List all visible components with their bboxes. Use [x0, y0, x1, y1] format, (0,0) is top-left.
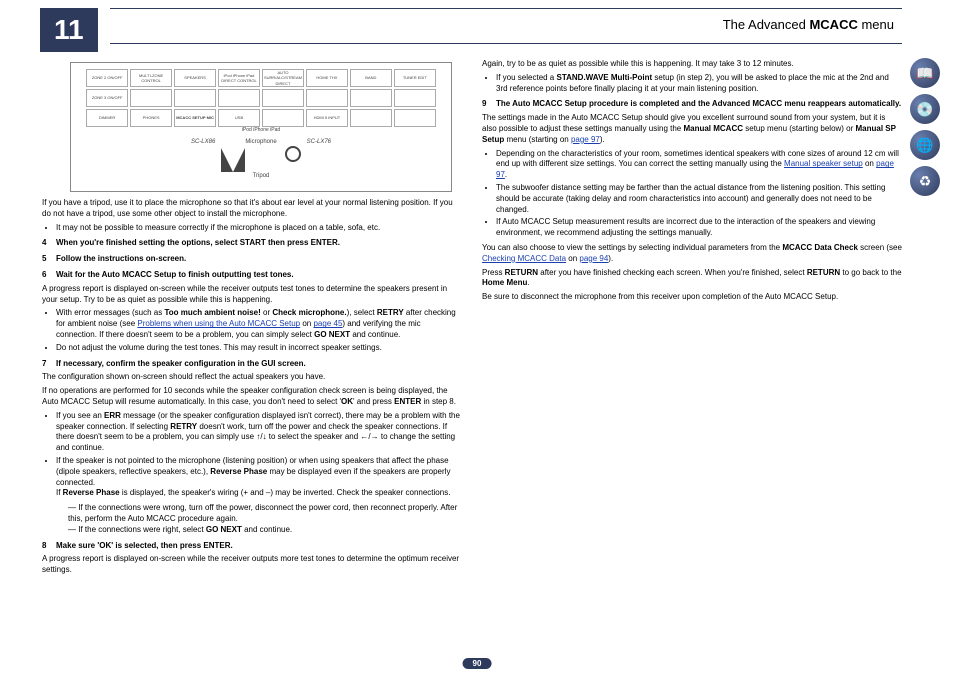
chapter-number: 11 — [40, 8, 98, 52]
page-title: The Advanced MCACC menu — [723, 17, 894, 32]
step9-bullet-3: If Auto MCACC Setup measurement results … — [496, 217, 902, 239]
step-9: 9The Auto MCACC Setup procedure is compl… — [482, 99, 902, 110]
intro-bullet: It may not be possible to measure correc… — [56, 223, 462, 234]
link-auto-mcacc-problems[interactable]: Problems when using the Auto MCACC Setup — [137, 319, 300, 328]
right-column: Again, try to be as quiet as possible wh… — [482, 56, 902, 579]
step7-bullet-2: If the speaker is not pointed to the mic… — [56, 456, 462, 499]
step-4: 4When you're finished setting the option… — [42, 238, 462, 249]
mic-icon — [285, 146, 301, 162]
step-6: 6Wait for the Auto MCACC Setup to finish… — [42, 270, 462, 281]
connector-diagram: ZONE 2 ON/OFFMULTI-ZONE CONTROLSPEAKERSi… — [70, 62, 452, 192]
link-page-94[interactable]: page 94 — [579, 254, 608, 263]
tripod-icon — [221, 148, 245, 172]
link-manual-speaker-setup[interactable]: Manual speaker setup — [784, 159, 863, 168]
step-8: 8Make sure 'OK' is selected, then press … — [42, 541, 462, 552]
step9-bullet-1: Depending on the characteristics of your… — [496, 149, 902, 181]
step-7: 7If necessary, confirm the speaker confi… — [42, 359, 462, 370]
disc-icon[interactable]: 💿 — [910, 94, 940, 124]
step7-bullet-1: If you see an ERR message (or the speake… — [56, 411, 462, 454]
book-icon[interactable]: 📖 — [910, 58, 940, 88]
step9-bullet-2: The subwoofer distance setting may be fa… — [496, 183, 902, 215]
globe-icon[interactable]: 🌐 — [910, 130, 940, 160]
left-column: ZONE 2 ON/OFFMULTI-ZONE CONTROLSPEAKERSi… — [42, 56, 462, 579]
step7-dash-1: If the connections were wrong, turn off … — [68, 503, 462, 525]
step7-dash-2: If the connections were right, select GO… — [68, 525, 462, 536]
link-checking-mcacc[interactable]: Checking MCACC Data — [482, 254, 566, 263]
step6-bullet-1: With error messages (such as Too much am… — [56, 308, 462, 340]
link-page-45[interactable]: page 45 — [313, 319, 342, 328]
step6-bullet-2: Do not adjust the volume during the test… — [56, 343, 462, 354]
side-icon-bar: 📖 💿 🌐 ♻ — [910, 58, 944, 202]
page-number: 90 — [463, 658, 492, 669]
recycle-icon[interactable]: ♻ — [910, 166, 940, 196]
right-top-bullet: If you selected a STAND.WAVE Multi-Point… — [496, 73, 902, 95]
intro-text: If you have a tripod, use it to place th… — [42, 198, 462, 220]
link-page-97a[interactable]: page 97 — [571, 135, 600, 144]
step-5: 5Follow the instructions on-screen. — [42, 254, 462, 265]
